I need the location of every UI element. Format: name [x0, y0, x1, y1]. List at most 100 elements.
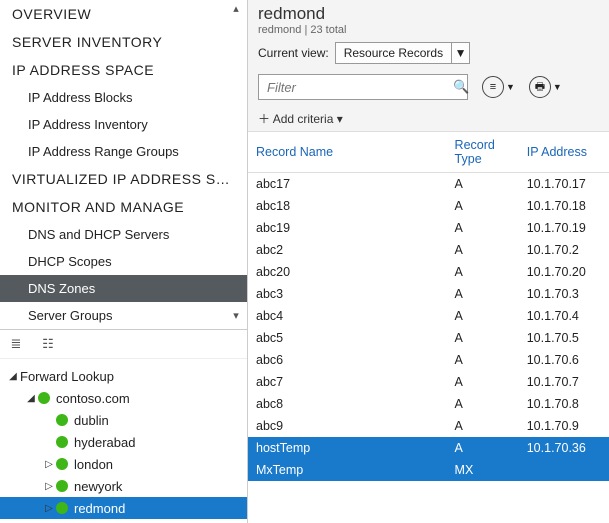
list-options-icon: ≡ [482, 76, 504, 98]
tree-zone[interactable]: ▷ newyork [0, 475, 247, 497]
save-button[interactable]: 🖶 ▼ [529, 76, 562, 98]
tree-zone-label: newyork [74, 479, 122, 494]
tree-domain[interactable]: ◢ contoso.com [0, 387, 247, 409]
table-row[interactable]: abc5A10.1.70.5 [248, 327, 609, 349]
cell-record-name: abc7 [248, 371, 447, 393]
cell-ip-address: 10.1.70.4 [519, 305, 609, 327]
cell-record-type: A [447, 305, 519, 327]
tree-zone-label: london [74, 457, 113, 472]
col-record-name[interactable]: Record Name [248, 132, 447, 173]
page-subtitle: redmond | 23 total [258, 24, 599, 36]
tree-root[interactable]: ◢ Forward Lookup [0, 365, 247, 387]
tree-zone[interactable]: ▷ redmond [0, 497, 247, 519]
status-dot-icon [38, 392, 50, 404]
cell-record-type: A [447, 173, 519, 196]
cell-record-name: MxTemp [248, 459, 447, 481]
tree-domain-label: contoso.com [56, 391, 130, 406]
nav-item[interactable]: DNS Zones [0, 275, 247, 302]
cell-record-name: abc18 [248, 195, 447, 217]
table-row[interactable]: abc8A10.1.70.8 [248, 393, 609, 415]
nav-item[interactable]: DHCP Scopes [0, 248, 247, 275]
table-row[interactable]: abc9A10.1.70.9 [248, 415, 609, 437]
cell-record-name: hostTemp [248, 437, 447, 459]
cell-record-type: A [447, 371, 519, 393]
nav-scroll-up[interactable]: ▴ [227, 2, 245, 20]
expand-icon[interactable]: ◢ [24, 393, 38, 404]
cell-record-type: A [447, 261, 519, 283]
nav-item[interactable]: MONITOR AND MANAGE [0, 193, 247, 221]
filter-input[interactable] [259, 80, 453, 95]
nav-item[interactable]: IP Address Range Groups [0, 138, 247, 165]
chevron-down-icon[interactable]: ▼ [506, 82, 515, 92]
tree-zone[interactable]: ▷ london [0, 453, 247, 475]
cell-ip-address: 10.1.70.8 [519, 393, 609, 415]
cell-ip-address: 10.1.70.36 [519, 437, 609, 459]
cell-record-name: abc2 [248, 239, 447, 261]
table-row[interactable]: abc7A10.1.70.7 [248, 371, 609, 393]
cell-ip-address: 10.1.70.3 [519, 283, 609, 305]
table-row[interactable]: hostTempA10.1.70.36 [248, 437, 609, 459]
table-row[interactable]: abc4A10.1.70.4 [248, 305, 609, 327]
options-button[interactable]: ≡ ▼ [482, 76, 515, 98]
cell-record-type: MX [447, 459, 519, 481]
status-dot-icon [56, 458, 68, 470]
cell-ip-address: 10.1.70.20 [519, 261, 609, 283]
search-icon[interactable]: 🔍 [453, 79, 469, 95]
nav-item[interactable]: DNS and DHCP Servers [0, 221, 247, 248]
records-table: Record Name Record Type IP Address abc17… [248, 131, 609, 523]
cell-ip-address: 10.1.70.5 [519, 327, 609, 349]
tree-zone-label: redmond [74, 501, 125, 516]
nav-item[interactable]: Server Groups [0, 302, 247, 329]
expand-icon[interactable]: ▷ [42, 503, 56, 514]
table-row[interactable]: abc2A10.1.70.2 [248, 239, 609, 261]
status-dot-icon [56, 436, 68, 448]
cell-record-name: abc5 [248, 327, 447, 349]
current-view-dropdown[interactable]: Resource Records ▼ [335, 42, 470, 64]
cell-ip-address: 10.1.70.7 [519, 371, 609, 393]
current-view-label: Current view: [258, 46, 329, 60]
cell-record-type: A [447, 217, 519, 239]
cell-record-name: abc17 [248, 173, 447, 196]
col-ip-address[interactable]: IP Address [519, 132, 609, 173]
nav-item[interactable]: IP ADDRESS SPACE [0, 56, 247, 84]
nav-item[interactable]: IP Address Blocks [0, 84, 247, 111]
view-mode-list-icon[interactable]: ≣ [8, 336, 24, 352]
table-row[interactable]: abc20A10.1.70.20 [248, 261, 609, 283]
cell-record-type: A [447, 437, 519, 459]
tree-zone-label: dublin [74, 413, 109, 428]
table-row[interactable]: abc19A10.1.70.19 [248, 217, 609, 239]
filter-box[interactable]: 🔍 [258, 74, 468, 100]
view-mode-tree-icon[interactable]: ☷ [40, 336, 56, 352]
expand-icon[interactable]: ▷ [42, 459, 56, 470]
add-criteria-button[interactable]: ＋ Add criteria ▾ [248, 106, 609, 131]
table-row[interactable]: abc17A10.1.70.17 [248, 173, 609, 196]
nav-item[interactable]: OVERVIEW [0, 0, 247, 28]
cell-ip-address: 10.1.70.6 [519, 349, 609, 371]
cell-ip-address: 10.1.70.2 [519, 239, 609, 261]
zone-tree: ◢ Forward Lookup ◢ contoso.com dublin hyd… [0, 359, 247, 523]
chevron-down-icon[interactable]: ▼ [451, 42, 469, 64]
cell-record-name: abc9 [248, 415, 447, 437]
nav-item[interactable]: SERVER INVENTORY [0, 28, 247, 56]
cell-record-type: A [447, 195, 519, 217]
nav-scroll-down[interactable]: ▾ [227, 309, 245, 327]
table-row[interactable]: MxTempMX [248, 459, 609, 481]
nav-item[interactable]: VIRTUALIZED IP ADDRESS SPA... [0, 165, 247, 193]
table-row[interactable]: abc6A10.1.70.6 [248, 349, 609, 371]
tree-zone[interactable]: dublin [0, 409, 247, 431]
tree-zone[interactable]: hyderabad [0, 431, 247, 453]
table-row[interactable]: abc18A10.1.70.18 [248, 195, 609, 217]
status-dot-icon [56, 414, 68, 426]
cell-record-type: A [447, 415, 519, 437]
page-title: redmond [258, 4, 599, 24]
table-row[interactable]: abc3A10.1.70.3 [248, 283, 609, 305]
expand-icon[interactable]: ◢ [6, 371, 20, 382]
col-record-type[interactable]: Record Type [447, 132, 519, 173]
cell-record-type: A [447, 283, 519, 305]
chevron-down-icon[interactable]: ▼ [553, 82, 562, 92]
nav-item[interactable]: IP Address Inventory [0, 111, 247, 138]
tree-root-label: Forward Lookup [20, 369, 114, 384]
cell-ip-address: 10.1.70.19 [519, 217, 609, 239]
cell-record-name: abc20 [248, 261, 447, 283]
expand-icon[interactable]: ▷ [42, 481, 56, 492]
